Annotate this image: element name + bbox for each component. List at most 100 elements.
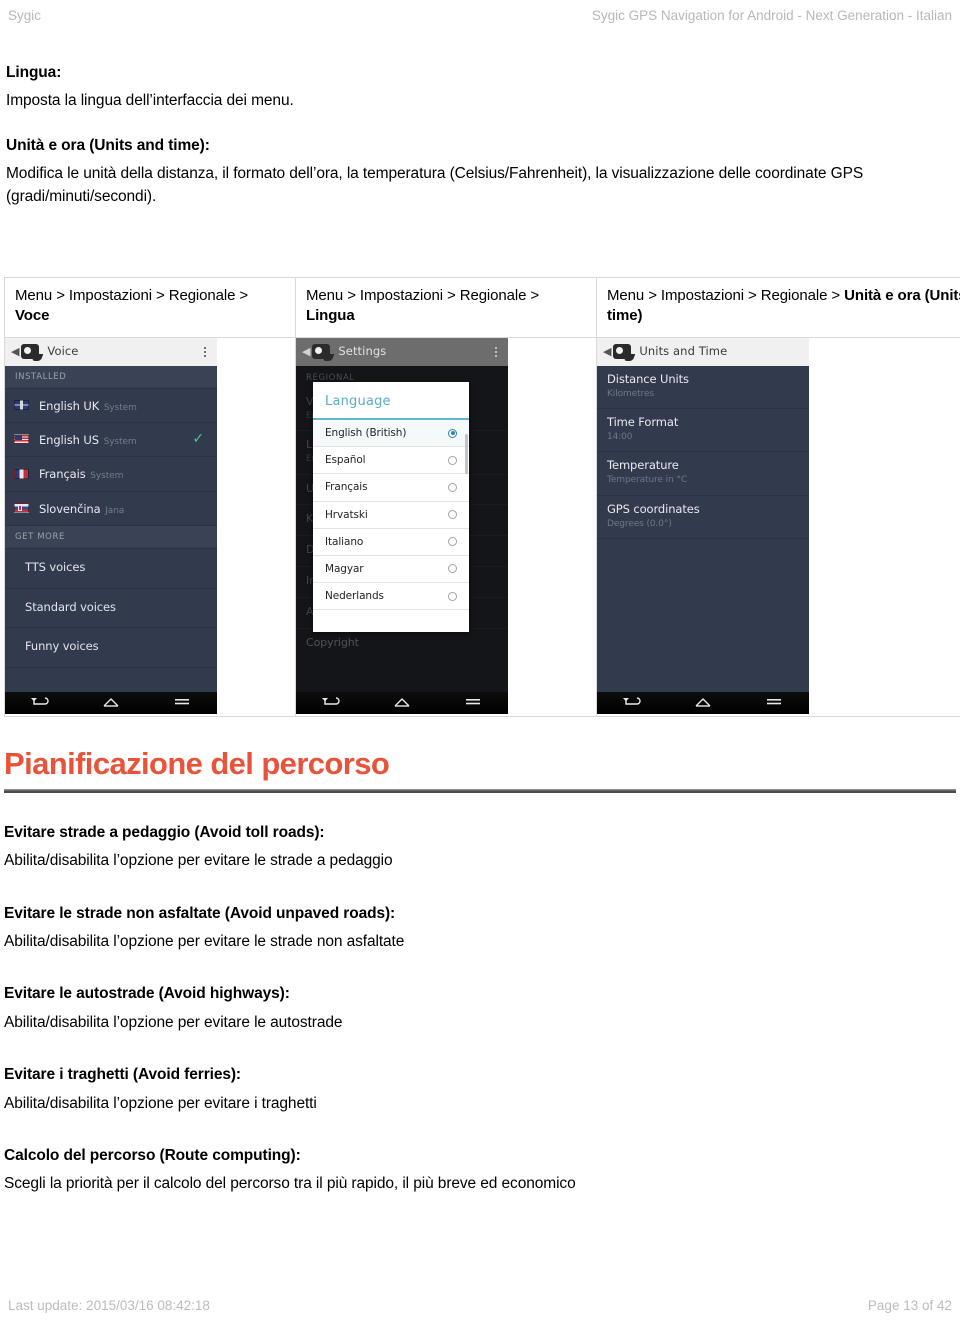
- voice-section-get-more: GET MORE: [5, 525, 217, 550]
- units-row-time-format[interactable]: Time Format 14:00: [597, 409, 809, 453]
- units-action-bar: ◀ Units and Time: [597, 337, 809, 366]
- breadcrumb-language-prefix: Menu > Impostazioni > Regionale >: [306, 287, 540, 304]
- nav-home-icon[interactable]: [101, 696, 121, 709]
- units-row-distance[interactable]: Distance Units Kilometres: [597, 366, 809, 409]
- units-row-label: Temperature: [607, 458, 679, 473]
- phone-screenshot-voice: ◀ Voice INSTALLED English UK System Engl…: [5, 337, 217, 714]
- language-option-label: Français: [325, 481, 368, 494]
- settings-row-copyright: Copyright: [306, 635, 359, 649]
- nav-home-icon[interactable]: [392, 696, 412, 709]
- voice-source: System: [103, 402, 137, 413]
- voice-more-item-tts[interactable]: TTS voices: [5, 549, 217, 589]
- units-row-gps-coordinates[interactable]: GPS coordinates Degrees (0.0°): [597, 496, 809, 539]
- header-brand: Sygic: [8, 7, 42, 23]
- nav-menu-icon[interactable]: [764, 696, 784, 709]
- header-document-title: Sygic GPS Navigation for Android - Next …: [591, 7, 952, 23]
- dialog-scrollbar[interactable]: [465, 433, 468, 474]
- voice-name: Slovenčina: [39, 501, 101, 516]
- screenshot-cell-units: ◀ Units and Time Distance Units Kilometr…: [596, 336, 960, 717]
- voice-action-bar: ◀ Voice: [5, 337, 217, 366]
- voice-list-item[interactable]: English UK System: [5, 389, 217, 424]
- footer-page-number: Page 13 of 42: [867, 1298, 952, 1313]
- route-section-title: Pianificazione del percorso: [4, 746, 390, 781]
- radio-icon[interactable]: [448, 455, 457, 465]
- breadcrumb-voice: Menu > Impostazioni > Regionale > Voce: [4, 277, 296, 338]
- voice-list-item[interactable]: Slovenčina Jana: [5, 492, 217, 526]
- language-option[interactable]: Français: [313, 474, 469, 502]
- breadcrumb-voice-target: Voce: [15, 307, 50, 325]
- voice-more-item-funny[interactable]: Funny voices: [5, 628, 217, 668]
- voice-list-item[interactable]: English US System ✓: [5, 423, 217, 458]
- voice-section-installed: INSTALLED: [5, 365, 217, 389]
- voice-name: English US: [39, 433, 99, 448]
- language-option-label: Español: [325, 454, 366, 467]
- nav-back-icon[interactable]: [622, 696, 642, 709]
- radio-icon[interactable]: [448, 482, 457, 492]
- top-content: Lingua: Imposta la lingua dell’interfacc…: [6, 62, 954, 209]
- language-dialog-title: Language: [313, 382, 469, 421]
- voice-list-item[interactable]: Français System: [5, 457, 217, 492]
- unita-body: Modifica le unità della distanza, il for…: [6, 165, 864, 206]
- language-dialog-footer: [313, 610, 469, 633]
- screenshots-table: Menu > Impostazioni > Regionale > Voce M…: [4, 277, 960, 717]
- language-option-label: Nederlands: [325, 590, 384, 603]
- flag-fr-icon: [14, 468, 29, 479]
- radio-selected-icon[interactable]: [448, 428, 457, 438]
- units-row-value: Degrees (0.0°): [607, 518, 672, 529]
- back-chevron-icon[interactable]: ◀: [302, 346, 310, 357]
- language-option[interactable]: Magyar: [313, 556, 469, 584]
- flag-uk-icon: [14, 400, 29, 411]
- section-divider: [4, 788, 956, 793]
- language-option[interactable]: Italiano: [313, 529, 469, 556]
- nav-menu-icon[interactable]: [172, 696, 192, 709]
- page-header: Sygic Sygic GPS Navigation for Android -…: [0, 0, 960, 30]
- language-option[interactable]: English (British): [313, 420, 469, 448]
- radio-icon[interactable]: [448, 591, 457, 601]
- android-nav-bar: [597, 691, 809, 714]
- units-list: Distance Units Kilometres Time Format 14…: [597, 365, 809, 692]
- nav-back-icon[interactable]: [30, 696, 50, 709]
- screenshot-row: ◀ Voice INSTALLED English UK System Engl…: [4, 336, 960, 717]
- voice-action-bar-title: Voice: [47, 343, 79, 358]
- language-dialog: Language English (British) Español Franç…: [313, 381, 469, 633]
- radio-icon[interactable]: [448, 564, 457, 574]
- route-section-header: Pianificazione del percorso: [4, 746, 956, 793]
- phone-screenshot-units: ◀ Units and Time Distance Units Kilometr…: [597, 337, 809, 714]
- app-logo-icon: [21, 344, 40, 359]
- overflow-menu-icon[interactable]: [199, 346, 211, 357]
- radio-icon[interactable]: [448, 537, 457, 547]
- voice-source: Jana: [105, 505, 125, 516]
- language-option-label: English (British): [325, 427, 407, 440]
- route-computing-body: Scegli la priorità per il calcolo del pe…: [4, 1175, 576, 1193]
- voice-more-item-standard[interactable]: Standard voices: [5, 589, 217, 629]
- language-option[interactable]: Hrvatski: [313, 502, 469, 529]
- units-row-value: 14:00: [607, 432, 633, 443]
- phone-screenshot-language: ◀ Settings REGIONAL VoiceEnglish US Lang…: [296, 337, 508, 714]
- back-chevron-icon[interactable]: ◀: [11, 346, 19, 357]
- route-computing-heading: Calcolo del percorso (Route computing):: [4, 1146, 301, 1164]
- breadcrumb-voice-prefix: Menu > Impostazioni > Regionale >: [15, 287, 249, 304]
- settings-action-bar: ◀ Settings: [296, 337, 508, 366]
- radio-icon[interactable]: [448, 510, 457, 520]
- flag-sk-icon: [14, 502, 29, 513]
- nav-home-icon[interactable]: [693, 696, 713, 709]
- nav-back-icon[interactable]: [321, 696, 341, 709]
- language-option-label: Hrvatski: [325, 508, 368, 521]
- back-chevron-icon[interactable]: ◀: [603, 346, 611, 357]
- unpaved-roads-heading: Evitare le strade non asfaltate (Avoid u…: [4, 904, 396, 922]
- language-option[interactable]: Nederlands: [313, 583, 469, 611]
- nav-menu-icon[interactable]: [463, 696, 483, 709]
- units-row-value: Kilometres: [607, 388, 654, 399]
- units-row-value: Temperature in °C: [607, 475, 688, 486]
- lingua-body: Imposta la lingua dell’interfaccia dei m…: [6, 92, 294, 110]
- app-logo-icon: [312, 344, 331, 359]
- breadcrumb-language-target: Lingua: [306, 307, 355, 325]
- language-option-label: Italiano: [325, 535, 364, 548]
- overflow-menu-icon[interactable]: [490, 346, 502, 357]
- footer-last-update: Last update: 2015/03/16 08:42:18: [8, 1298, 210, 1313]
- units-row-temperature[interactable]: Temperature Temperature in °C: [597, 452, 809, 496]
- voice-name: Français: [39, 467, 86, 482]
- highways-heading: Evitare le autostrade (Avoid highways):: [4, 985, 290, 1003]
- route-section-content: Evitare strade a pedaggio (Avoid toll ro…: [4, 822, 952, 1196]
- language-option[interactable]: Español: [313, 447, 469, 475]
